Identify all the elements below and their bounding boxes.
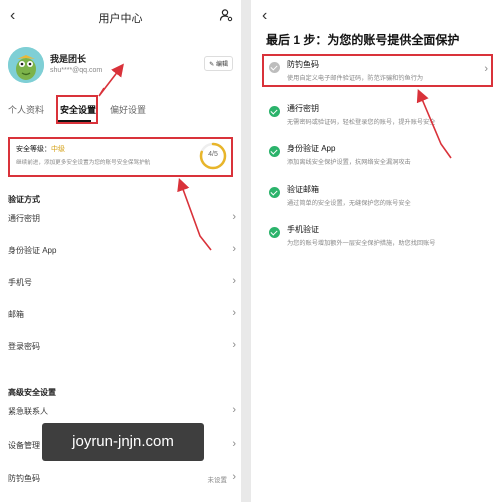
item-name: 身份验证 App [287,144,336,153]
row-passkey[interactable]: 通行密钥 › [0,210,241,230]
user-settings-icon[interactable] [219,8,233,22]
row-label: 防钓鱼码 [8,474,40,483]
item-phone-verify[interactable]: 手机验证 为您的账号增加额外一层安全保护措施，助您找回账号 [251,222,500,252]
item-auth-app[interactable]: 身份验证 App 添加离线安全保护设置，抗网络安全漏洞攻击 [251,141,500,171]
tab-personal-info[interactable]: 个人资料 [8,103,44,116]
row-login-password[interactable]: 登录密码 › [0,338,241,358]
top-bar: ‹ 用户中心 [0,0,241,34]
user-center-screen: ‹ 用户中心 我是团长 shu****@qq.com ✎ 编辑 个人资料 安全设… [0,0,241,502]
item-passkey[interactable]: 通行密钥 无需密码或验证码，轻松登录您的账号，提升账号安全 [251,101,500,131]
advanced-security-title: 高级安全设置 [8,388,56,397]
protection-steps-screen: ‹ 最后 1 步：为您的账号提供全面保护 防钓鱼码 使用自定义电子邮件验证码，防… [251,0,500,502]
tab-preferences[interactable]: 偏好设置 [110,103,146,116]
check-circle-icon [269,146,280,157]
chevron-right-icon: › [232,471,236,483]
chevron-right-icon: › [232,339,236,351]
row-label: 紧急联系人 [8,407,48,416]
row-label: 通行密钥 [8,214,40,223]
row-label: 手机号 [8,278,32,287]
item-description: 通过简单的安全设置，无缝保护您的账号安全 [287,200,411,207]
chevron-right-icon: › [232,438,236,450]
highlight-box-anti-phishing [262,54,493,87]
page-title: 最后 1 步：为您的账号提供全面保护 [266,33,460,47]
item-name: 通行密钥 [287,104,319,113]
chevron-right-icon: › [232,307,236,319]
edit-profile-button[interactable]: ✎ 编辑 [204,56,233,71]
row-status: 未设置 [207,477,228,484]
row-label: 身份验证 App [8,246,57,255]
row-label: 设备管理 [8,441,40,450]
item-description: 添加离线安全保护设置，抗网络安全漏洞攻击 [287,159,411,166]
item-name: 手机验证 [287,225,319,234]
chevron-right-icon: › [232,243,236,255]
highlight-box-tab [56,95,98,124]
edit-icon: ✎ [209,62,215,68]
user-email: shu****@qq.com [50,67,103,74]
highlight-box-security [8,137,233,177]
row-label: 登录密码 [8,342,40,351]
item-description: 为您的账号增加额外一层安全保护措施，助您找回账号 [287,240,436,247]
edit-label: 编辑 [215,62,228,68]
chevron-right-icon: › [232,211,236,223]
watermark: joyrun-jnjn.com [42,423,204,461]
row-emergency-contact[interactable]: 紧急联系人 › [0,403,241,423]
row-phone[interactable]: 手机号 › [0,274,241,294]
row-anti-phishing-code[interactable]: 防钓鱼码 未设置 › [0,470,241,490]
check-circle-icon [269,106,280,117]
page-title: 用户中心 [98,13,143,25]
row-auth-app[interactable]: 身份验证 App › [0,242,241,262]
row-email[interactable]: 邮箱 › [0,306,241,326]
avatar[interactable] [8,47,44,83]
row-label: 邮箱 [8,310,24,319]
check-circle-icon [269,187,280,198]
back-button[interactable]: ‹ [262,7,267,25]
verify-methods-title: 验证方式 [8,195,40,204]
item-name: 验证邮箱 [287,185,319,194]
item-description: 无需密码或验证码，轻松登录您的账号，提升账号安全 [287,119,436,126]
chevron-right-icon: › [232,275,236,287]
username: 我是团长 [50,54,87,64]
item-verify-email[interactable]: 验证邮箱 通过简单的安全设置，无缝保护您的账号安全 [251,182,500,212]
check-circle-icon [269,227,280,238]
chevron-right-icon: › [232,404,236,416]
